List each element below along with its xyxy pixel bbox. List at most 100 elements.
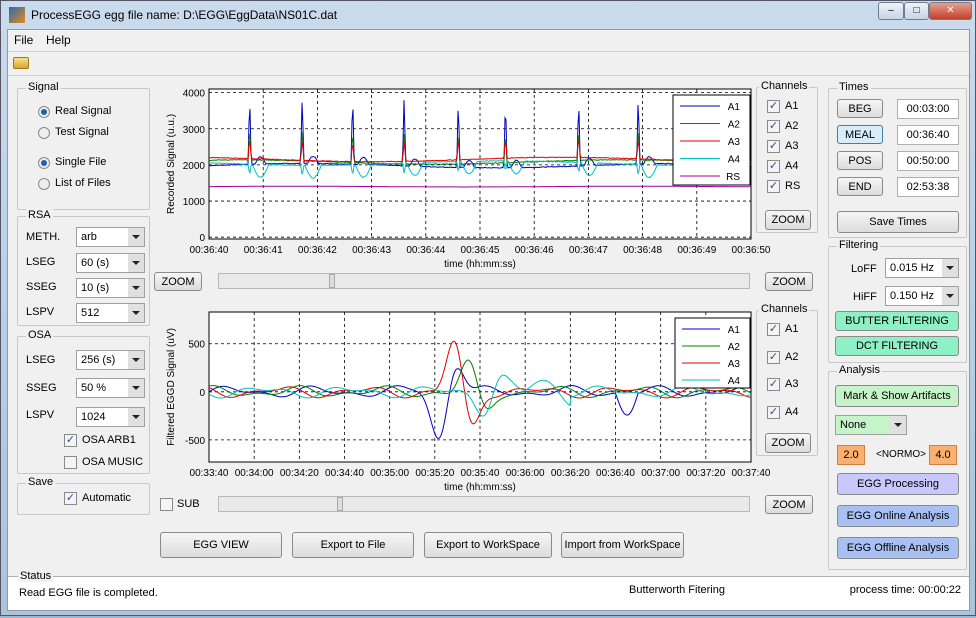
top-channels-panel: Channels ✓ A1 ✓ A2 ✓ A3 ✓ A4 ✓ RS ZOOM [756,80,818,233]
normo-high-field[interactable]: 4.0 [929,445,957,465]
bottom-channels-panel: Channels ✓ A1 ✓ A2 ✓ A3 ✓ A4 ZOOM [756,303,818,456]
top-plot-xtick: 00:36:42 [298,245,337,256]
top-channel-label: A3 [785,140,799,152]
filtering-title: Filtering [837,239,881,251]
top-channel-label: A2 [785,120,799,132]
top-channel-label: A4 [785,160,799,172]
top-plot-xtick: 00:36:47 [569,245,608,256]
bottom-plot-ylabel: Filtered EGGD Signal (uV) [166,328,177,446]
bottom-plot-xtick: 00:36:40 [596,468,635,479]
save-times-button[interactable]: Save Times [837,211,959,233]
top-plot-ytick: 3000 [183,125,206,136]
top-legend-label: A3 [728,137,741,148]
top-channel-a1-checkbox[interactable]: ✓ [767,100,780,113]
top-plot-xtick: 00:36:46 [515,245,554,256]
bottom-plot-xtick: 00:35:40 [461,468,500,479]
top-zoom-right-button[interactable]: ZOOM [765,272,813,291]
top-plot-ylabel: Recorded Signal (u.u.) [166,114,177,214]
bottom-plot-xtick: 00:34:00 [235,468,274,479]
times-title: Times [837,81,871,93]
top-plot-xtick: 00:36:49 [677,245,716,256]
export-to-file-button[interactable]: Export to File [292,532,414,558]
egg-online-analysis-button[interactable]: EGG Online Analysis [837,505,959,527]
top-plot-ytick: 4000 [183,89,206,100]
mark-show-artifacts-button[interactable]: Mark & Show Artifacts [835,385,959,407]
top-channel-a4-checkbox[interactable]: ✓ [767,160,780,173]
bottom-plot-ytick: -500 [185,436,205,447]
normo-low-field[interactable]: 2.0 [837,445,865,465]
egg-offline-analysis-button[interactable]: EGG Offline Analysis [837,537,959,559]
top-plot-xtick: 00:36:48 [623,245,662,256]
analysis-title: Analysis [837,364,882,376]
pos-time-field[interactable]: 00:50:00 [897,151,959,171]
pos-button[interactable]: POS [837,151,883,170]
egg-processing-button[interactable]: EGG Processing [837,473,959,495]
bottom-legend-label: A4 [728,376,741,387]
top-plot-ytick: 1000 [183,197,206,208]
top-legend-label: A1 [728,102,741,113]
bottom-plot-xtick: 00:34:40 [325,468,364,479]
loff-select[interactable]: 0.015 Hz [885,258,959,278]
normo-label: <NORMO> [876,449,927,460]
dct-filtering-button[interactable]: DCT FILTERING [835,336,959,356]
bottom-plot-xtick: 00:35:20 [415,468,454,479]
egg-view-button[interactable]: EGG VIEW [160,532,282,558]
import-from-workspace-button[interactable]: Import from WorkSpace [561,532,684,558]
top-channel-label: A1 [785,100,799,112]
meal-time-field[interactable]: 00:36:40 [897,125,959,145]
sub-checkbox[interactable] [160,498,173,511]
bottom-channels-zoom-button[interactable]: ZOOM [765,433,811,453]
meal-button[interactable]: MEAL [837,125,883,144]
top-channels-title: Channels [759,80,810,92]
bottom-plot-ytick: 0 [199,388,205,399]
filtering-panel: Filtering LoFF 0.015 Hz HiFF 0.150 Hz BU… [828,239,967,363]
top-zoom-left-button[interactable]: ZOOM [154,272,202,291]
status-process-time: process time: 00:00:22 [849,584,961,596]
times-panel: Times BEG 00:03:00 MEAL 00:36:40 POS 00:50:00… [828,81,967,238]
bottom-channel-a2-checkbox[interactable]: ✓ [767,350,780,364]
bottom-plot-xtick: 00:37:00 [641,468,680,479]
bottom-zoom-right-button[interactable]: ZOOM [765,495,813,514]
bottom-legend-label: A3 [728,359,741,370]
top-plot-xtick: 00:36:41 [244,245,283,256]
loff-label: LoFF [851,263,877,275]
top-legend-label: A4 [728,155,741,166]
top-channels-zoom-button[interactable]: ZOOM [765,210,811,230]
bottom-channel-label: A3 [785,378,799,390]
sub-label: SUB [177,498,200,510]
bottom-channel-a4-checkbox[interactable]: ✓ [767,405,780,419]
hiff-label: HiFF [853,291,877,303]
bottom-channel-label: A4 [785,405,799,418]
bottom-plot-xtick: 00:36:20 [551,468,590,479]
top-channel-a3-checkbox[interactable]: ✓ [767,140,780,153]
hiff-select[interactable]: 0.150 Hz [885,286,959,306]
top-channel-rs-checkbox[interactable]: ✓ [767,180,780,193]
beg-button[interactable]: BEG [837,99,883,118]
main-window: ProcessEGG egg file name: D:\EGG\EggData… [0,0,976,616]
butter-filtering-button[interactable]: BUTTER FILTERING [835,311,959,331]
bottom-channel-a1-checkbox[interactable]: ✓ [767,323,780,336]
bottom-plot-xtick: 00:35:00 [370,468,409,479]
top-scroll-thumb[interactable] [329,274,335,288]
bottom-plot-xtick: 00:36:00 [506,468,545,479]
status-filter: Butterworth Fitering [629,584,725,596]
top-channel-a2-checkbox[interactable]: ✓ [767,120,780,133]
beg-time-field[interactable]: 00:03:00 [897,99,959,119]
client-area: File Help Signal Real Signal Test Signal… [7,29,970,611]
end-button[interactable]: END [837,177,883,196]
top-scrollbar[interactable] [218,273,750,289]
export-to-workspace-button[interactable]: Export to WorkSpace [424,532,552,558]
status-title: Status [18,570,54,582]
bottom-plot-ytick: 500 [188,340,205,351]
bottom-channel-label: A2 [785,350,799,363]
bottom-scrollbar[interactable] [218,496,750,512]
bottom-plot-xtick: 00:37:20 [686,468,725,479]
bottom-channel-label: A1 [785,323,799,335]
analysis-mode-select[interactable]: None [835,415,907,435]
bottom-plot-xtick: 00:34:20 [280,468,319,479]
bottom-legend-label: A2 [728,342,741,353]
top-plot-xtick: 00:36:45 [461,245,500,256]
bottom-channel-a3-checkbox[interactable]: ✓ [767,378,780,391]
end-time-field[interactable]: 02:53:38 [897,177,959,197]
bottom-scroll-thumb[interactable] [337,497,343,511]
